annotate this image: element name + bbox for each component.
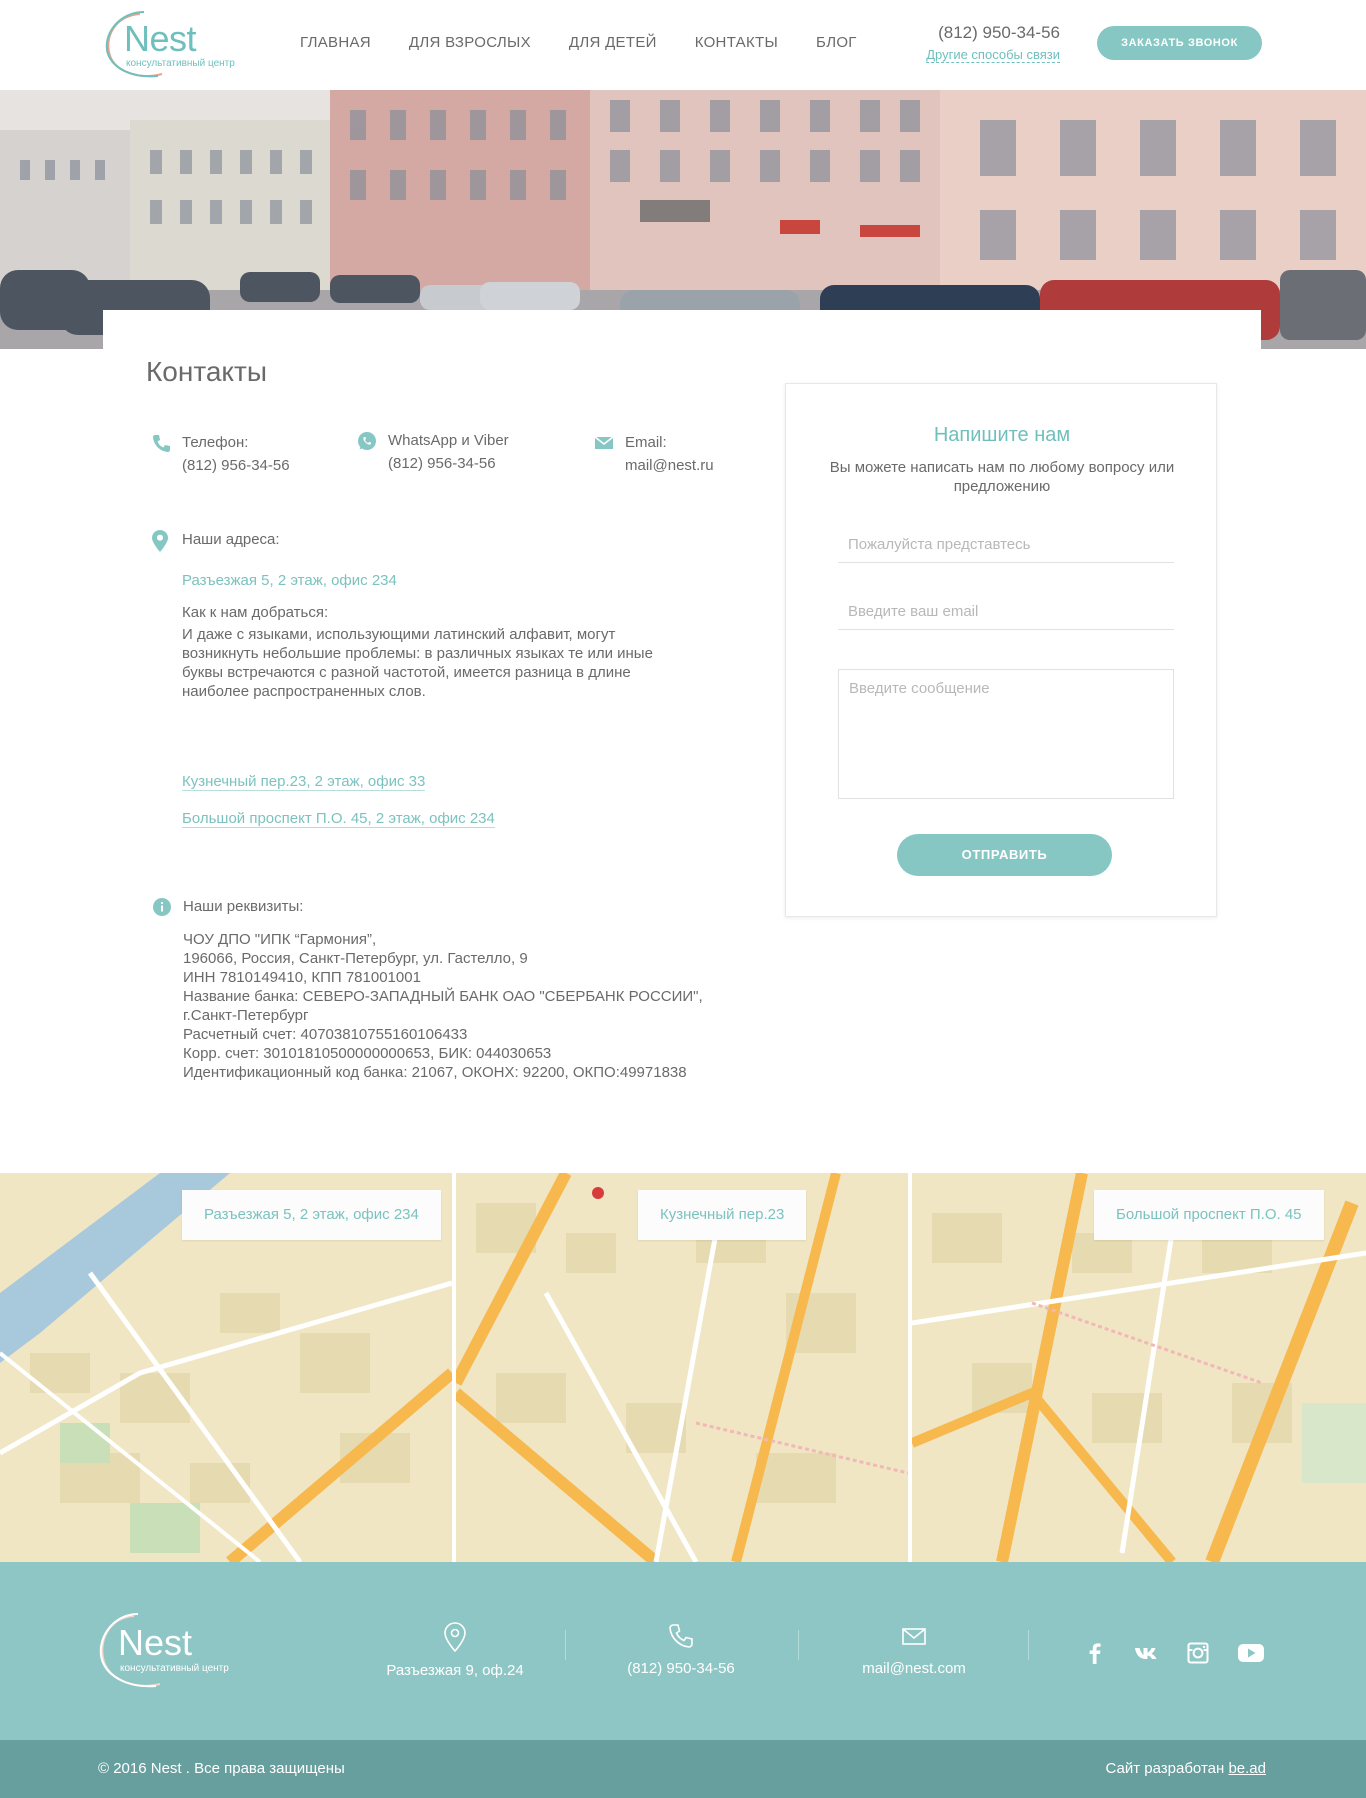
nav-item-adults[interactable]: Для взрослых — [409, 34, 531, 51]
addresses-label: Наши адреса: — [182, 531, 280, 548]
location-pin-icon — [444, 1622, 466, 1652]
footer-logo-tagline: консультативный центр — [120, 1663, 229, 1674]
requisites-line: ЧОУ ДПО "ИПК “Гармония”, — [183, 931, 377, 948]
footer-separator — [798, 1630, 799, 1660]
whatsapp-icon — [358, 432, 376, 450]
email-input[interactable] — [838, 594, 1174, 630]
requisites-text: ЧОУ ДПО "ИПК “Гармония”, 196066, Россия,… — [183, 930, 743, 1082]
copyright-text: © 2016 Nest . Все права защищены — [98, 1760, 345, 1777]
header-phone[interactable]: (812) 950-34-56 — [900, 23, 1060, 43]
developer-link[interactable]: be.ad — [1228, 1760, 1266, 1777]
footer-logo-wordmark: Nest — [118, 1622, 193, 1663]
phone-icon — [669, 1624, 693, 1648]
footer-email: mail@nest.com — [814, 1622, 1014, 1677]
phone-label: Телефон: — [182, 434, 249, 451]
mail-icon — [594, 436, 614, 449]
email-label: Email: — [625, 434, 667, 451]
how-to-get-title: Как к нам добраться: — [182, 604, 329, 621]
map-label: Разъезжая 5, 2 этаж, офис 234 — [182, 1190, 441, 1240]
requisites-line: Расчетный счет: 40703810755160106433 — [183, 1026, 468, 1043]
footer-phone: (812) 950-34-56 — [581, 1622, 781, 1677]
submit-button[interactable]: Отправить — [897, 834, 1112, 876]
address-link-tertiary[interactable]: Большой проспект П.О. 45, 2 этаж, офис 2… — [182, 810, 495, 828]
phone-icon — [153, 435, 170, 452]
map-panel-2[interactable]: Кузнечный пер.23 — [456, 1173, 908, 1562]
requisites-label: Наши реквизиты: — [183, 898, 304, 915]
map-panel-1[interactable]: Разъезжая 5, 2 этаж, офис 234 — [0, 1173, 452, 1562]
developer-credit: Сайт разработан be.ad — [1106, 1760, 1267, 1777]
email-value[interactable]: mail@nest.ru — [625, 457, 714, 474]
map-panel-3[interactable]: Большой проспект П.О. 45 — [912, 1173, 1366, 1562]
requisites-line: Название банка: СЕВЕРО-ЗАПАДНЫЙ БАНК ОАО… — [183, 988, 703, 1005]
nav-item-kids[interactable]: Для детей — [569, 34, 657, 51]
requisites-line: г.Санкт-Петербург — [183, 1007, 309, 1024]
contact-form: Напишите нам Вы можете написать нам по л… — [785, 383, 1217, 917]
site-footer: Nest консультативный центр Разъезжая 9, … — [0, 1562, 1366, 1740]
footer-bottom-bar: © 2016 Nest . Все права защищены Сайт ра… — [0, 1740, 1366, 1798]
name-input[interactable] — [838, 527, 1174, 563]
main-nav: Главная Для взрослых Для детей Контакты … — [300, 34, 895, 51]
footer-email-text[interactable]: mail@nest.com — [862, 1660, 966, 1677]
footer-separator — [1028, 1630, 1029, 1660]
youtube-icon[interactable] — [1236, 1640, 1266, 1666]
logo-wordmark: Nest — [124, 18, 197, 59]
logo-tagline: консультативный центр — [126, 58, 235, 69]
site-header: Nest консультативный центр Главная Для в… — [0, 0, 1366, 90]
requisites-line: Корр. счет: 30101810500000000653, БИК: 0… — [183, 1045, 552, 1062]
developer-prefix: Сайт разработан — [1105, 1760, 1225, 1777]
page-title: Контакты — [146, 356, 267, 387]
requisites-line: ИНН 7810149410, КПП 781001001 — [183, 969, 421, 986]
nav-item-blog[interactable]: Блог — [816, 34, 857, 51]
footer-logo[interactable]: Nest консультативный центр — [96, 1612, 256, 1692]
footer-address: Разъезжая 9, оф.24 — [355, 1622, 555, 1679]
requisites-line: Идентификационный код банка: 21067, ОКОН… — [183, 1064, 687, 1081]
mail-icon — [902, 1628, 926, 1645]
nav-item-home[interactable]: Главная — [300, 34, 371, 51]
address-link-secondary[interactable]: Кузнечный пер.23, 2 этаж, офис 33 — [182, 773, 426, 791]
site-logo[interactable]: Nest консультативный центр — [100, 8, 250, 80]
messengers-value[interactable]: (812) 956-34-56 — [388, 455, 496, 472]
header-phone-block: (812) 950-34-56 Другие способы связи — [900, 23, 1060, 64]
footer-separator — [565, 1630, 566, 1660]
instagram-icon[interactable] — [1185, 1640, 1211, 1666]
form-subtitle: Вы можете написать нам по любому вопросу… — [829, 459, 1175, 495]
footer-address-text: Разъезжая 9, оф.24 — [386, 1662, 524, 1679]
vk-icon[interactable] — [1133, 1640, 1159, 1666]
address-link-primary[interactable]: Разъезжая 5, 2 этаж, офис 234 — [182, 572, 397, 589]
messengers-label: WhatsApp и Viber — [388, 432, 509, 449]
how-to-get-text: И даже с языками, использующими латински… — [182, 626, 653, 700]
callback-button[interactable]: Заказать звонок — [1097, 26, 1262, 60]
info-icon — [153, 898, 171, 916]
map-label: Кузнечный пер.23 — [638, 1190, 807, 1240]
maps-strip: Разъезжая 5, 2 этаж, офис 234 Кузнечный … — [0, 1173, 1366, 1562]
facebook-icon[interactable] — [1082, 1640, 1108, 1666]
footer-phone-text[interactable]: (812) 950-34-56 — [627, 1660, 735, 1677]
message-textarea[interactable] — [838, 669, 1174, 799]
map-label: Большой проспект П.О. 45 — [1094, 1190, 1324, 1240]
location-pin-icon — [152, 530, 168, 552]
other-contacts-link[interactable]: Другие способы связи — [926, 47, 1060, 63]
requisites-line: 196066, Россия, Санкт-Петербург, ул. Гас… — [183, 950, 528, 967]
phone-value[interactable]: (812) 956-34-56 — [182, 457, 290, 474]
nav-item-contacts[interactable]: Контакты — [695, 34, 778, 51]
form-title: Напишите нам — [933, 424, 1071, 446]
